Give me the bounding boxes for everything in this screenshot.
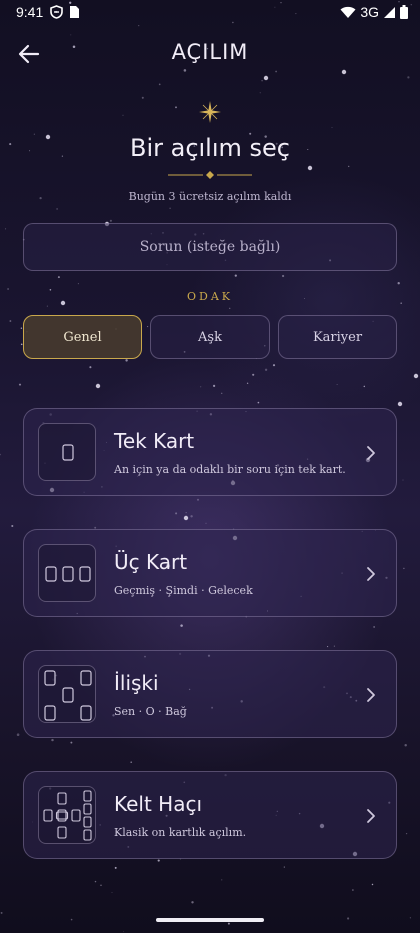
- chevron-right-icon: [367, 567, 375, 581]
- battery-icon: [400, 5, 408, 19]
- spread-title: Kelt Haçı: [114, 792, 203, 816]
- status-bar: 9:41 3G: [0, 0, 420, 26]
- card-thumbnail: [38, 665, 96, 723]
- spread-card-tek-kart[interactable]: Tek Kart An için ya da odaklı bir soru i…: [23, 408, 397, 496]
- spread-card-uc-kart[interactable]: Üç Kart Geçmiş · Şimdi · Gelecek: [23, 529, 397, 617]
- app-bar: AÇILIM: [0, 30, 420, 78]
- ornament-divider: [168, 171, 252, 179]
- shield-icon: [50, 5, 63, 19]
- celtic-cross-icon: [43, 790, 92, 841]
- spread-description: Geçmiş · Şimdi · Gelecek: [114, 584, 253, 597]
- home-indicator[interactable]: [156, 918, 264, 922]
- spread-card-kelt-haci[interactable]: Kelt Haçı Klasik on kartlık açılım.: [23, 771, 397, 859]
- spread-card-iliski[interactable]: İlişki Sen · O · Bağ: [23, 650, 397, 738]
- focus-label: ODAK: [187, 290, 233, 303]
- heading: Bir açılım seç: [129, 134, 290, 162]
- spread-description: Klasik on kartlık açılım.: [114, 826, 247, 839]
- card-thumbnail: [38, 423, 96, 481]
- free-readings-remaining: Bugün 3 ücretsiz açılım kaldı: [128, 190, 292, 203]
- question-input[interactable]: [23, 223, 397, 271]
- spread-title: Üç Kart: [114, 550, 188, 574]
- card-thumbnail: [38, 544, 96, 602]
- chevron-right-icon: [367, 809, 375, 823]
- wifi-icon: [340, 6, 356, 18]
- status-time: 9:41: [16, 4, 44, 20]
- sparkle-icon: [199, 101, 221, 123]
- chevron-right-icon: [367, 446, 375, 460]
- spread-description: An için ya da odaklı bir soru için tek k…: [114, 463, 346, 476]
- chevron-right-icon: [367, 688, 375, 702]
- single-card-icon: [62, 444, 74, 461]
- signal-icon: [384, 6, 395, 18]
- focus-chip-genel[interactable]: Genel: [23, 315, 142, 359]
- relationship-spread-icon: [44, 670, 92, 721]
- spread-title: Tek Kart: [114, 429, 195, 453]
- focus-chip-kariyer[interactable]: Kariyer: [278, 315, 397, 359]
- three-cards-icon: [45, 566, 91, 582]
- network-type: 3G: [360, 4, 379, 20]
- card-thumbnail: [38, 786, 96, 844]
- spread-description: Sen · O · Bağ: [114, 705, 187, 718]
- spread-title: İlişki: [114, 671, 159, 695]
- sim-card-icon: [70, 6, 79, 18]
- focus-chip-ask[interactable]: Aşk: [150, 315, 270, 359]
- page-title: AÇILIM: [171, 40, 249, 64]
